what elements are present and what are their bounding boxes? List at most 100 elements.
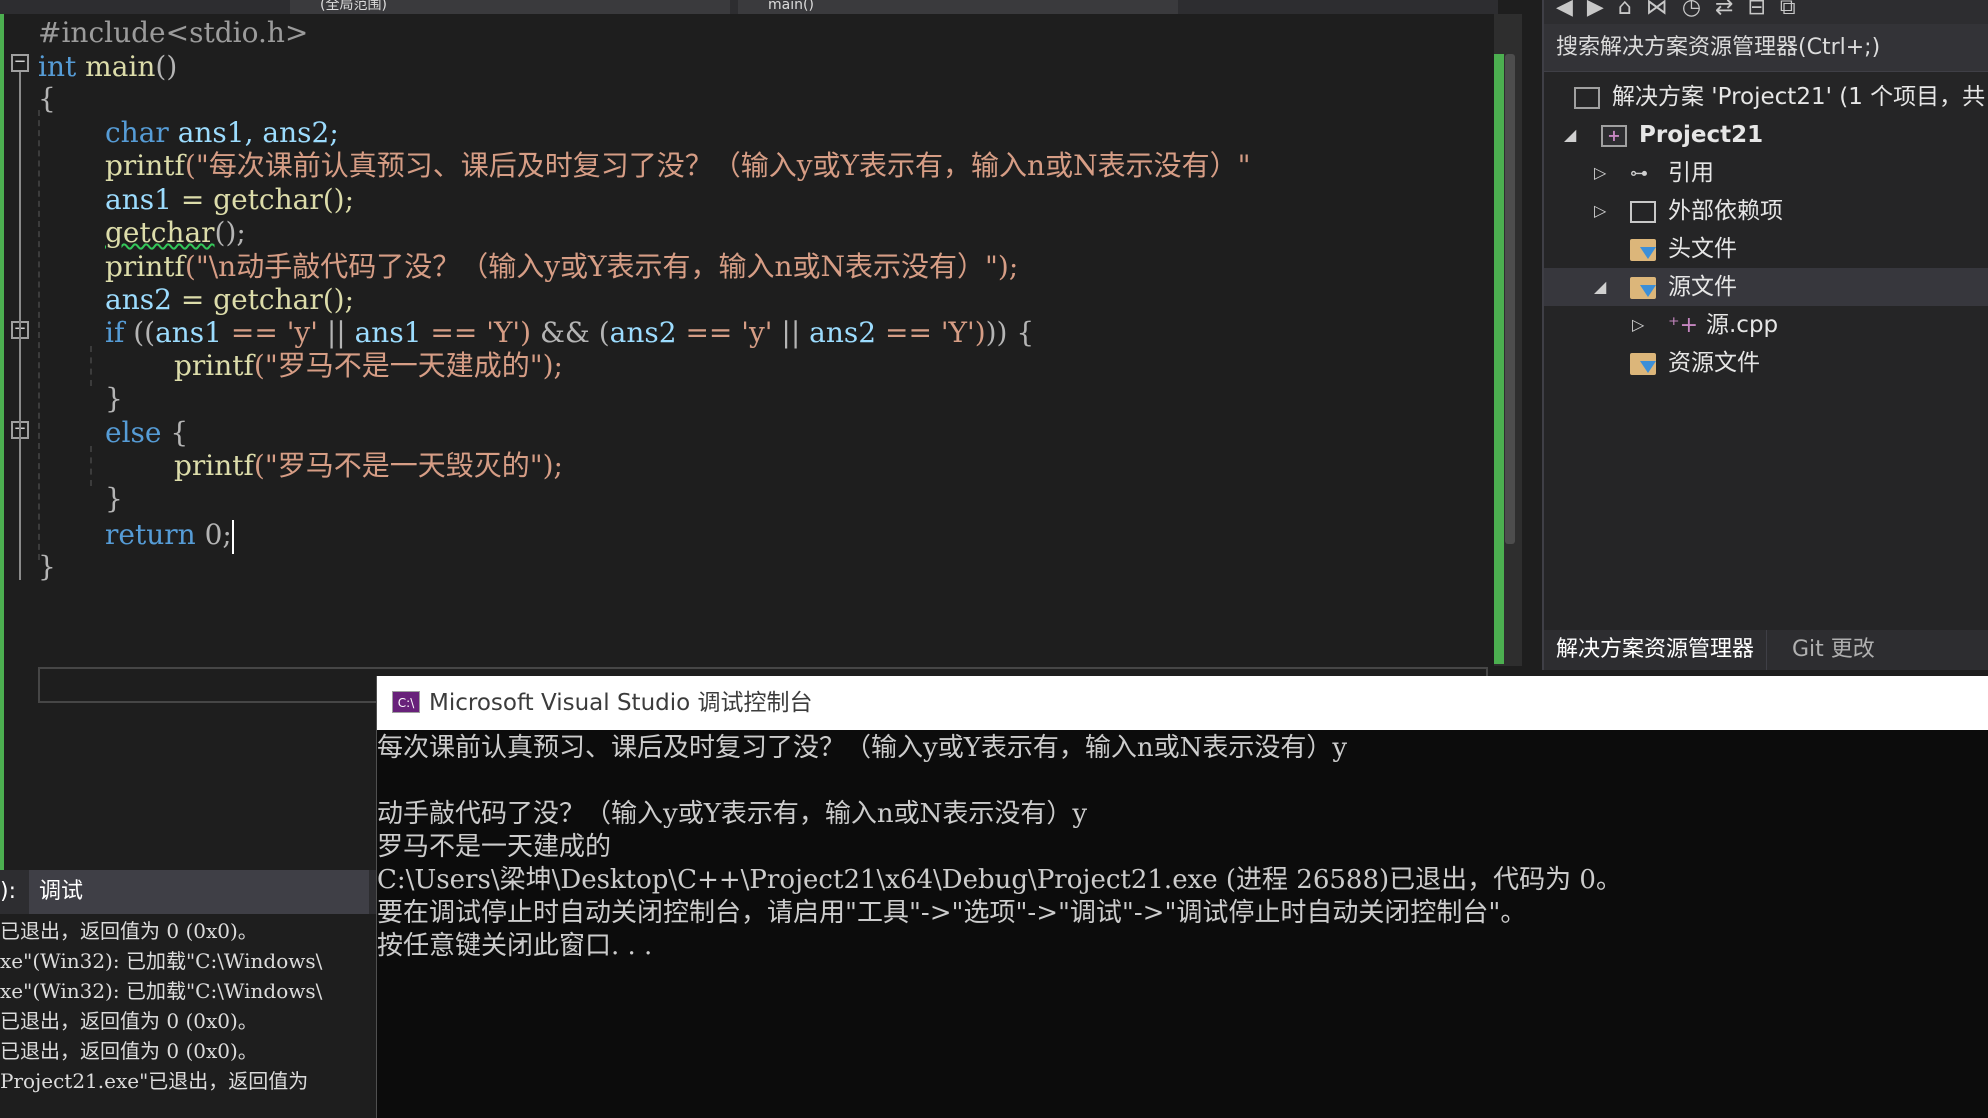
history-icon[interactable]: ◷ [1682,0,1715,20]
parens: () [155,50,178,83]
sync-icon[interactable]: ⇄ [1715,0,1747,20]
solution-panel-tabs: 解决方案资源管理器 Git 更改 [1544,630,1988,670]
solution-search-input[interactable]: 搜索解决方案资源管理器(Ctrl+;) [1544,24,1988,72]
member-label: main() [768,0,814,13]
filter-folder-icon [1630,239,1656,261]
filter-folder-icon [1630,277,1656,299]
close-brace: } [105,382,123,415]
tree-label: 外部依赖项 [1668,198,1783,224]
return-value: 0; [195,518,232,551]
console-line: 动手敲代码了没？（输入y或Y表示有，输入n或N表示没有）y [377,799,1088,829]
collapse-main-icon[interactable]: − [11,53,29,72]
code-line-17: } [38,546,56,588]
tree-item-references[interactable]: ▷ ⊶ 引用 [1544,154,1988,192]
or-op: || [772,316,810,349]
keyword-else: else [105,416,162,449]
scrollbar-thumb[interactable] [1505,54,1515,544]
close-brace: } [38,550,56,583]
tree-item-header-files[interactable]: 头文件 [1544,230,1988,268]
fold-region-line [19,72,21,580]
string-literal: ("罗马不是一天毁灭的"); [253,449,563,482]
tree-label: 引用 [1668,160,1714,186]
console-title-bar[interactable]: C:\ Microsoft Visual Studio 调试控制台 [377,676,1988,730]
punc: )) { [985,316,1035,349]
tab-label: 解决方案资源管理器 [1556,637,1755,662]
console-line: 要在调试停止时自动关闭控制台，请启用"工具"->"选项"->"调试"->"调试停… [377,898,1527,928]
output-line: Project21.exe"已退出，返回值为 [0,1069,309,1093]
editor-navigation-bar: (全局范围) main() [0,0,1498,14]
output-line: xe"(Win32): 已加载"C:\Windows\ [0,949,323,973]
reference-icon: ⊶ [1630,163,1648,184]
output-source-prefix: ): [0,879,16,904]
tree-label: Project21 [1639,122,1764,148]
code-line-2: int main() [38,46,177,88]
tab-solution-explorer[interactable]: 解决方案资源管理器 [1544,630,1768,670]
member-dropdown[interactable]: main() [738,0,1178,14]
tree-label: 源文件 [1668,274,1737,300]
code-line-11: printf("罗马不是一天建成的"); [174,345,563,387]
var-ans2: ans2 [609,316,677,349]
output-source-select[interactable]: 调试 [29,870,369,914]
output-line: 已退出，返回值为 0 (0x0)。 [0,1009,258,1033]
tree-item-external-deps[interactable]: ▷ 外部依赖项 [1544,192,1988,230]
console-title: Microsoft Visual Studio 调试控制台 [429,690,813,716]
expanded-triangle-icon[interactable]: ◢ [1564,116,1576,154]
console-line: C:\Users\梁坤\Desktop\C++\Project21\x64\De… [377,865,1622,895]
string-literal: ("罗马不是一天建成的"); [253,349,563,382]
tree-item-source-files[interactable]: ◢ 源文件 [1544,268,1988,306]
back-icon[interactable]: ◀ [1556,0,1587,20]
getchar-tail: (); [214,216,246,249]
function-main: main [85,50,156,83]
text-caret [231,519,234,554]
vs-icon[interactable]: ⋈ [1646,0,1682,20]
forward-icon[interactable]: ▶ [1587,0,1618,20]
code-line-3: { [38,78,56,120]
indent-guide [90,346,92,386]
solution-icon [1574,87,1600,109]
collapsed-triangle-icon[interactable]: ▷ [1594,192,1606,230]
keyword-if: if [105,316,125,349]
code-line-16: return 0; [105,514,234,556]
solution-toolbar: ◀▶⌂⋈◷⇄⊟⧉ [1544,0,1988,24]
tree-item-project[interactable]: ◢ + Project21 [1544,116,1988,154]
search-placeholder: 搜索解决方案资源管理器(Ctrl+;) [1556,35,1881,60]
debug-console-window[interactable]: C:\ Microsoft Visual Studio 调试控制台 每次课前认真… [376,676,1988,1118]
show-all-icon[interactable]: ⧉ [1780,0,1810,20]
output-source-value: 调试 [39,879,84,904]
printf-call: printf [174,349,254,382]
console-line: 按任意键关闭此窗口. . . [377,931,653,961]
string-literal: ("每次课前认真预习、课后及时复习了没？（输入y或Y表示有，输入n或N表示没有）… [184,149,1251,182]
tree-label: 源.cpp [1706,312,1779,338]
indent-guide [90,446,92,486]
keyword-return: return [105,518,196,551]
output-line: 已退出，返回值为 0 (0x0)。 [0,919,258,943]
indent-guide [38,110,40,560]
tab-label: Git 更改 [1792,637,1875,662]
scrollbar-change-marker [1494,54,1504,664]
close-brace: } [105,482,123,515]
console-line: 罗马不是一天建成的 [377,832,612,862]
cpp-file-icon: ⁺+ [1668,313,1699,338]
tree-item-resource-files[interactable]: 资源文件 [1544,344,1988,382]
home-icon[interactable]: ⌂ [1618,0,1646,20]
printf-call: printf [105,149,185,182]
include-directive: #include<stdio.h> [38,16,309,49]
code-line-14: printf("罗马不是一天毁灭的"); [174,445,563,487]
expanded-triangle-icon[interactable]: ◢ [1594,268,1606,306]
scope-dropdown[interactable]: (全局范围) [290,0,730,14]
tab-git-changes[interactable]: Git 更改 [1780,630,1887,670]
collapse-all-icon[interactable]: ⊟ [1747,0,1779,20]
getchar-call-warning[interactable]: getchar [105,216,215,249]
collapsed-triangle-icon[interactable]: ▷ [1594,154,1606,192]
output-panel: ): 调试 已退出，返回值为 0 (0x0)。 xe"(Win32): 已加载"… [0,870,378,1118]
punc: (( [124,316,156,349]
tree-item-solution[interactable]: 解决方案 'Project21' (1 个项目，共 [1544,78,1988,116]
output-line: xe"(Win32): 已加载"C:\Windows\ [0,979,323,1003]
var-ans2: ans2 [809,316,877,349]
tree-item-source-cpp[interactable]: ▷ ⁺+ 源.cpp [1544,306,1988,344]
collapsed-triangle-icon[interactable]: ▷ [1632,306,1644,344]
tree-label: 解决方案 'Project21' (1 个项目，共 [1612,84,1986,110]
output-line: 已退出，返回值为 0 (0x0)。 [0,1039,258,1063]
console-app-icon: C:\ [392,691,420,713]
external-deps-icon [1630,201,1656,223]
